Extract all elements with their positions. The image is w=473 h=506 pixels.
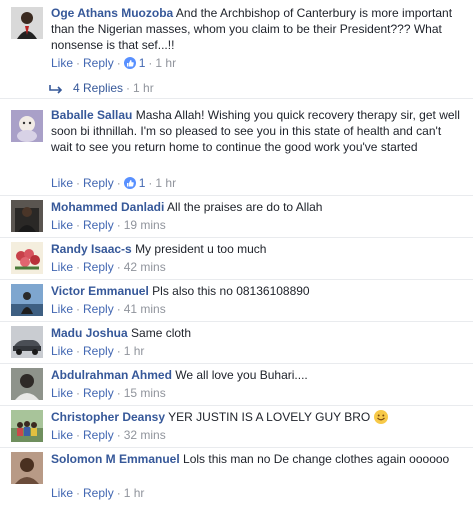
comment-author[interactable]: Baballe Sallau	[51, 108, 132, 122]
thumbs-up-icon	[123, 177, 136, 189]
divider	[0, 405, 473, 406]
timestamp[interactable]: 1 hr	[155, 176, 176, 190]
avatar-icon	[11, 242, 43, 274]
divider	[0, 447, 473, 448]
reply-link[interactable]: Reply	[83, 302, 114, 316]
reply-link[interactable]: Reply	[83, 386, 114, 400]
timestamp[interactable]: 15 mins	[124, 386, 166, 400]
replies-timestamp: 1 hr	[133, 81, 154, 95]
avatar[interactable]	[11, 368, 43, 400]
like-link[interactable]: Like	[51, 428, 73, 442]
smiling-face-emoji	[373, 410, 388, 424]
comment-author[interactable]: Christopher Deansy	[51, 410, 165, 424]
timestamp[interactable]: 41 mins	[124, 302, 166, 316]
like-link[interactable]: Like	[51, 176, 73, 190]
reaction-count[interactable]: 1	[136, 176, 146, 190]
comment-text: Pls also this no 08136108890	[152, 284, 310, 298]
like-link[interactable]: Like	[51, 486, 73, 500]
comment-author[interactable]: Madu Joshua	[51, 326, 128, 340]
comment-text: All the praises are do to Allah	[167, 200, 323, 214]
avatar-icon	[11, 7, 43, 39]
reaction-count[interactable]: 1	[136, 56, 146, 70]
comment-text: My president u too much	[135, 242, 267, 256]
reply-link[interactable]: Reply	[83, 344, 114, 358]
like-link[interactable]: Like	[51, 218, 73, 232]
avatar-icon	[11, 368, 43, 400]
avatar[interactable]	[11, 242, 43, 274]
avatar-icon	[11, 200, 43, 232]
avatar-icon	[11, 110, 43, 142]
like-link[interactable]: Like	[51, 56, 73, 70]
divider	[0, 98, 473, 99]
avatar[interactable]	[11, 452, 43, 484]
timestamp[interactable]: 42 mins	[124, 260, 166, 274]
thumbs-up-icon	[123, 57, 136, 69]
timestamp[interactable]: 1 hr	[124, 344, 145, 358]
reply-link[interactable]: Reply	[83, 486, 114, 500]
timestamp[interactable]: 1 hr	[124, 486, 145, 500]
divider	[0, 237, 473, 238]
avatar[interactable]	[11, 200, 43, 232]
timestamp[interactable]: 1 hr	[155, 56, 176, 70]
like-link[interactable]: Like	[51, 344, 73, 358]
timestamp[interactable]: 32 mins	[124, 428, 166, 442]
comment-text: We all love you Buhari....	[175, 368, 308, 382]
avatar[interactable]	[11, 284, 43, 316]
divider	[0, 279, 473, 280]
avatar-icon	[11, 326, 43, 358]
reply-arrow-icon	[49, 82, 67, 98]
reply-link[interactable]: Reply	[83, 218, 114, 232]
comment-author[interactable]: Solomon M Emmanuel	[51, 452, 180, 466]
comment-author[interactable]: Mohammed Danladi	[51, 200, 164, 214]
divider	[0, 321, 473, 322]
comment-author[interactable]: Abdulrahman Ahmed	[51, 368, 172, 382]
timestamp[interactable]: 19 mins	[124, 218, 166, 232]
like-link[interactable]: Like	[51, 260, 73, 274]
like-link[interactable]: Like	[51, 302, 73, 316]
avatar-icon	[11, 284, 43, 316]
like-link[interactable]: Like	[51, 386, 73, 400]
reply-link[interactable]: Reply	[83, 176, 114, 190]
reply-link[interactable]: Reply	[83, 428, 114, 442]
divider	[0, 363, 473, 364]
comment-author[interactable]: Randy Isaac-s	[51, 242, 132, 256]
reply-link[interactable]: Reply	[83, 260, 114, 274]
avatar[interactable]	[11, 110, 43, 142]
comment-text: Lols this man no De change clothes again…	[183, 452, 450, 466]
avatar[interactable]	[11, 326, 43, 358]
avatar-icon	[11, 452, 43, 484]
comment-author[interactable]: Oge Athans Muozoba	[51, 6, 173, 20]
replies-count[interactable]: 4 Replies	[67, 81, 123, 95]
view-replies-link[interactable]: 4 Replies · 1 hr	[49, 80, 154, 98]
divider	[0, 195, 473, 196]
comment-text: YER JUSTIN IS A LOVELY GUY BRO	[168, 410, 371, 424]
avatar[interactable]	[11, 410, 43, 442]
avatar[interactable]	[11, 7, 43, 39]
comment-author[interactable]: Victor Emmanuel	[51, 284, 149, 298]
reply-link[interactable]: Reply	[83, 56, 114, 70]
avatar-icon	[11, 410, 43, 442]
comment-text: Same cloth	[131, 326, 192, 340]
